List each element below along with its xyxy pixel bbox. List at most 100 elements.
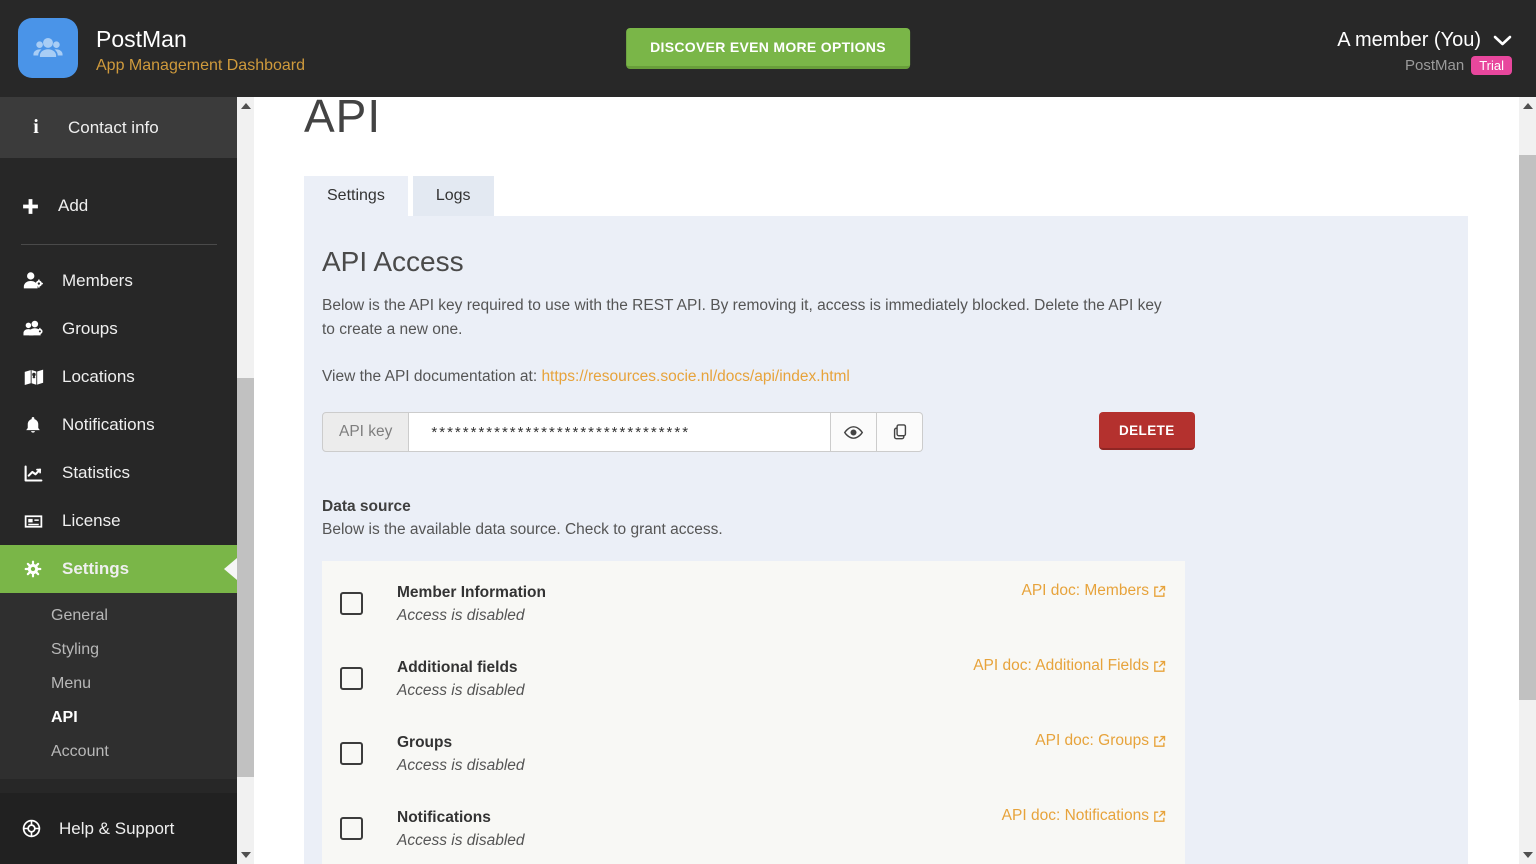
bell-icon xyxy=(21,415,45,435)
sidebar-item-license[interactable]: License xyxy=(0,497,237,545)
sidebar-divider xyxy=(20,244,217,245)
copy-key-button[interactable] xyxy=(877,412,924,452)
notifications-checkbox[interactable] xyxy=(340,817,363,840)
license-card-icon xyxy=(21,511,45,532)
sidebar-item-settings[interactable]: Settings xyxy=(0,545,237,593)
settings-panel: API Access Below is the API key required… xyxy=(304,216,1468,864)
sidebar-item-label: Notifications xyxy=(62,415,155,434)
external-link-icon xyxy=(1152,584,1167,599)
api-doc-groups-link[interactable]: API doc: Groups xyxy=(1035,732,1167,750)
submenu-item-general[interactable]: General xyxy=(0,599,237,633)
sidebar-item-label: Settings xyxy=(62,559,130,578)
page-title: API xyxy=(304,97,382,142)
additional-fields-checkbox[interactable] xyxy=(340,667,363,690)
submenu-item-api[interactable]: API xyxy=(0,701,237,735)
scroll-up-icon[interactable] xyxy=(1522,103,1533,109)
data-source-heading: Data source xyxy=(322,498,411,515)
delete-api-key-button[interactable]: DELETE xyxy=(1099,412,1195,450)
row-status: Access is disabled xyxy=(397,757,525,774)
sidebar-item-contact-info[interactable]: i Contact info xyxy=(0,97,237,158)
member-information-checkbox[interactable] xyxy=(340,592,363,615)
submenu-item-styling[interactable]: Styling xyxy=(0,633,237,667)
data-source-row: Groups Access is disabled API doc: Group… xyxy=(340,731,1167,777)
row-title: Notifications xyxy=(397,809,491,826)
external-link-icon xyxy=(1152,809,1167,824)
external-link-icon xyxy=(1152,659,1167,674)
topbar: PostMan App Management Dashboard DISCOVE… xyxy=(0,0,1536,97)
data-source-row: Notifications Access is disabled API doc… xyxy=(340,806,1167,852)
sidebar-item-label: Contact info xyxy=(68,117,159,137)
doc-prefix: View the API documentation at: xyxy=(322,368,542,385)
copy-icon xyxy=(890,422,910,442)
data-source-description: Below is the available data source. Chec… xyxy=(322,521,723,538)
app-logo[interactable] xyxy=(18,18,78,78)
plus-icon xyxy=(21,197,40,216)
scroll-up-icon[interactable] xyxy=(240,103,251,109)
sidebar-item-label: Locations xyxy=(62,367,135,386)
lifebuoy-icon xyxy=(21,818,42,839)
row-status: Access is disabled xyxy=(397,682,525,699)
row-status: Access is disabled xyxy=(397,832,525,849)
sidebar-item-locations[interactable]: Locations xyxy=(0,353,237,401)
row-status: Access is disabled xyxy=(397,607,525,624)
groups-checkbox[interactable] xyxy=(340,742,363,765)
api-doc-notifications-link[interactable]: API doc: Notifications xyxy=(1002,807,1167,825)
data-source-list: Member Information Access is disabled AP… xyxy=(322,561,1185,864)
api-key-input-group: API key xyxy=(322,412,924,452)
api-key-input[interactable] xyxy=(409,412,832,452)
sidebar: i Contact info Add Members Groups Locati… xyxy=(0,97,237,864)
page-scrollbar-thumb[interactable] xyxy=(1519,155,1536,700)
api-doc-link[interactable]: https://resources.socie.nl/docs/api/inde… xyxy=(541,368,849,385)
submenu-item-menu[interactable]: Menu xyxy=(0,667,237,701)
map-icon xyxy=(21,367,45,388)
discover-options-button[interactable]: DISCOVER EVEN MORE OPTIONS xyxy=(626,28,910,69)
groups-gear-icon xyxy=(21,318,45,340)
info-icon: i xyxy=(33,116,39,138)
scroll-down-icon[interactable] xyxy=(240,852,251,858)
scroll-down-icon[interactable] xyxy=(1522,852,1533,858)
sidebar-scrollbar-thumb[interactable] xyxy=(237,378,254,777)
api-key-row: API key ********************************… xyxy=(322,412,1450,452)
sidebar-item-notifications[interactable]: Notifications xyxy=(0,401,237,449)
eye-icon xyxy=(843,422,864,443)
reveal-key-button[interactable] xyxy=(831,412,878,452)
external-link-icon xyxy=(1152,734,1167,749)
link-label: API doc: Groups xyxy=(1035,732,1149,749)
sidebar-item-label: License xyxy=(62,511,121,530)
data-source-row: Member Information Access is disabled AP… xyxy=(340,581,1167,627)
gear-icon xyxy=(21,559,45,579)
api-key-label: API key xyxy=(322,412,410,452)
brand-subtitle: App Management Dashboard xyxy=(96,57,306,74)
org-name: PostMan xyxy=(1405,57,1465,74)
row-title: Member Information xyxy=(397,584,546,601)
chart-line-icon xyxy=(21,463,45,484)
tab-settings[interactable]: Settings xyxy=(304,176,408,216)
row-title: Additional fields xyxy=(397,659,518,676)
api-doc-members-link[interactable]: API doc: Members xyxy=(1022,582,1168,600)
sidebar-item-help-support[interactable]: Help & Support xyxy=(0,793,237,864)
sidebar-item-label: Help & Support xyxy=(59,818,175,838)
page-scrollbar[interactable] xyxy=(1519,97,1536,864)
link-label: API doc: Additional Fields xyxy=(973,657,1149,674)
sidebar-item-label: Add xyxy=(58,196,89,215)
sidebar-scrollbar[interactable] xyxy=(237,97,254,864)
submenu-item-account[interactable]: Account xyxy=(0,735,237,769)
member-gear-icon xyxy=(21,270,45,292)
tab-logs[interactable]: Logs xyxy=(412,176,494,216)
tab-bar: Settings Logs xyxy=(304,176,1519,216)
people-icon xyxy=(30,30,66,66)
trial-badge: Trial xyxy=(1471,56,1512,75)
row-title: Groups xyxy=(397,734,453,751)
sidebar-item-groups[interactable]: Groups xyxy=(0,305,237,353)
api-access-description: Below is the API key required to use wit… xyxy=(322,297,1162,338)
link-label: API doc: Members xyxy=(1021,582,1150,599)
chevron-down-icon xyxy=(1493,35,1512,46)
sidebar-item-members[interactable]: Members xyxy=(0,257,237,305)
brand-title: PostMan xyxy=(96,26,187,52)
api-doc-additional-fields-link[interactable]: API doc: Additional Fields xyxy=(973,657,1167,675)
sidebar-item-label: Statistics xyxy=(62,463,131,482)
user-menu[interactable]: A member (You) PostMan Trial xyxy=(1337,29,1512,75)
sidebar-item-add[interactable]: Add xyxy=(0,185,237,227)
sidebar-item-statistics[interactable]: Statistics xyxy=(0,449,237,497)
link-label: API doc: Notifications xyxy=(1001,807,1149,824)
